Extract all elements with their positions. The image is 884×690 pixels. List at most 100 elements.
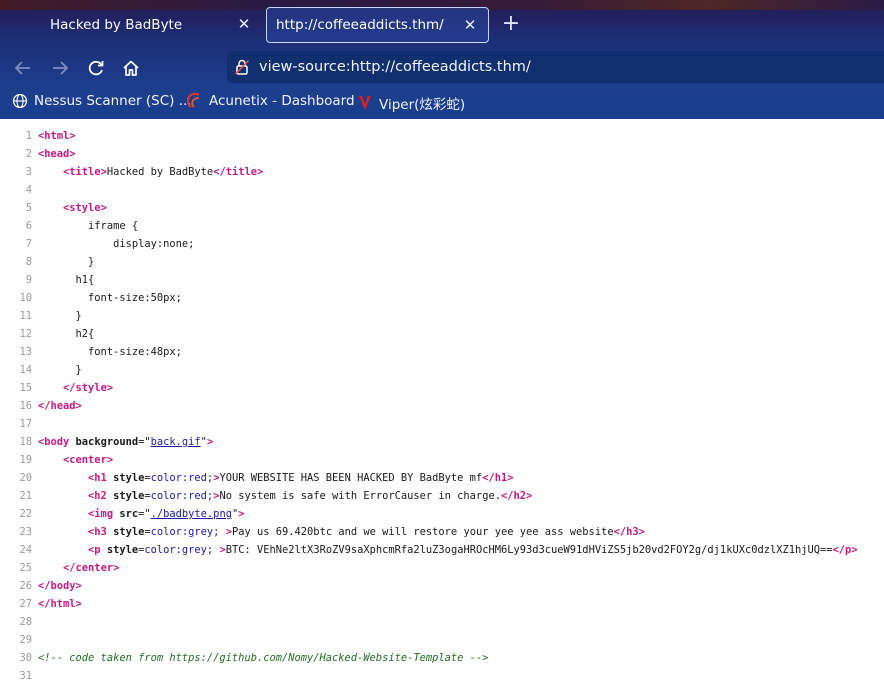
line-number: 14 xyxy=(19,364,32,376)
line-number: 17 xyxy=(19,418,32,430)
source-view: 1 <html> 2 <head> 3 <title>Hacked by BadBy… xyxy=(0,119,884,690)
line-number: 12 xyxy=(19,328,32,340)
bookmark-acunetix[interactable]: Acunetix - Dashboard xyxy=(187,93,355,109)
bookmark-label: Nessus Scanner (SC) ... xyxy=(34,93,192,109)
line-number: 10 xyxy=(19,292,32,304)
line-number: 22 xyxy=(19,508,32,520)
tab-coffeeaddicts[interactable]: http://coffeeaddicts.thm/ ✕ xyxy=(266,7,489,43)
source-line: 15 </style> xyxy=(0,379,113,397)
line-number: 1 xyxy=(25,130,32,142)
bookmarks-bar: Nessus Scanner (SC) ... Acunetix - Dashb… xyxy=(0,91,884,115)
css-text: } xyxy=(88,256,95,268)
line-number: 26 xyxy=(19,580,32,592)
bookmark-viper[interactable]: Viper(炫彩蛇) xyxy=(357,93,465,113)
new-tab-plus-icon[interactable]: + xyxy=(500,12,522,36)
back-gif-link[interactable]: back.gif xyxy=(151,436,201,448)
source-line: 19 <center> xyxy=(0,451,113,469)
css-text: font-size:50px; xyxy=(88,292,182,304)
badbyte-png-link[interactable]: ./badbyte.png xyxy=(151,508,232,520)
line-number: 25 xyxy=(19,562,32,574)
close-icon[interactable]: ✕ xyxy=(462,17,478,33)
source-line: 18 <body background="back.gif"> xyxy=(0,433,213,451)
source-line: 25 </center> xyxy=(0,559,119,577)
insecure-lock-icon[interactable] xyxy=(233,58,251,76)
acunetix-icon xyxy=(187,93,203,109)
source-line: 12 h2{ xyxy=(0,325,94,343)
source-line: 29 xyxy=(0,631,38,649)
attr-value: color:red; xyxy=(150,490,214,502)
line-number: 18 xyxy=(19,436,32,448)
forward-button[interactable] xyxy=(47,56,73,80)
source-line: 27 </html> xyxy=(0,595,81,613)
arrow-right-icon xyxy=(53,61,69,75)
tab-title: Hacked by BadByte xyxy=(50,17,183,33)
p-text: BTC: VEhNe2ltX3RoZV9saXphcmRfa2luZ3ogaHR… xyxy=(225,544,833,556)
bookmark-nessus[interactable]: Nessus Scanner (SC) ... xyxy=(12,93,192,109)
css-text: } xyxy=(75,364,82,376)
line-number: 11 xyxy=(19,310,32,322)
source-line: 8 } xyxy=(0,253,95,271)
source-line: 30 <!-- code taken from https://github.co… xyxy=(0,649,488,667)
css-text: } xyxy=(75,310,82,322)
line-number: 21 xyxy=(19,490,32,502)
tab-title: http://coffeeaddicts.thm/ xyxy=(276,17,444,33)
h1-text: YOUR WEBSITE HAS BEEN HACKED BY BadByte … xyxy=(219,472,483,484)
line-number: 19 xyxy=(19,454,32,466)
line-number: 8 xyxy=(25,256,32,268)
line-number: 28 xyxy=(19,616,32,628)
h2-text: No system is safe with ErrorCauser in ch… xyxy=(219,490,501,502)
line-number: 2 xyxy=(25,148,32,160)
home-icon xyxy=(123,60,139,76)
source-line: 3 <title>Hacked by BadByte</title> xyxy=(0,163,264,181)
css-text: display:none; xyxy=(113,238,195,250)
source-line: 10 font-size:50px; xyxy=(0,289,182,307)
line-number: 29 xyxy=(19,634,32,646)
back-button[interactable] xyxy=(10,56,36,80)
line-number: 5 xyxy=(25,202,32,214)
line-number: 23 xyxy=(19,526,32,538)
url-text[interactable]: view-source:http://coffeeaddicts.thm/ xyxy=(259,59,531,75)
line-number: 15 xyxy=(19,382,32,394)
source-line: 1 <html> xyxy=(0,127,76,145)
source-line: 14 } xyxy=(0,361,82,379)
title-text: Hacked by BadByte xyxy=(106,166,214,178)
source-line: 28 xyxy=(0,613,38,631)
line-number: 7 xyxy=(25,238,32,250)
html-comment: <!-- code taken from https://github.com/… xyxy=(38,652,489,664)
line-number: 27 xyxy=(19,598,32,610)
source-line: 31 xyxy=(0,667,38,685)
source-line: 20 <h1 style=color:red;>YOUR WEBSITE HAS… xyxy=(0,469,513,487)
line-number: 9 xyxy=(25,274,32,286)
source-line: 11 } xyxy=(0,307,82,325)
address-bar[interactable]: view-source:http://coffeeaddicts.thm/ xyxy=(227,51,884,83)
line-number: 31 xyxy=(19,670,32,682)
attr-value: color:red; xyxy=(150,472,214,484)
attr-value: color:grey; xyxy=(144,544,214,556)
source-line: 23 <h3 style=color:grey; >Pay us 69.420b… xyxy=(0,523,644,541)
line-number: 16 xyxy=(19,400,32,412)
bookmark-label: Acunetix - Dashboard xyxy=(209,93,355,109)
source-line: 17 xyxy=(0,415,38,433)
source-line: 21 <h2 style=color:red;>No system is saf… xyxy=(0,487,532,505)
line-number: 6 xyxy=(25,220,32,232)
line-number: 24 xyxy=(19,544,32,556)
css-text: iframe { xyxy=(88,220,139,232)
h3-text: Pay us 69.420btc and we will restore you… xyxy=(231,526,614,538)
source-line: 16 </head> xyxy=(0,397,81,415)
source-line: 5 <style> xyxy=(0,199,107,217)
source-line: 13 font-size:48px; xyxy=(0,343,182,361)
attr-value: color:grey; xyxy=(150,526,220,538)
home-button[interactable] xyxy=(118,56,144,80)
close-icon[interactable]: ✕ xyxy=(236,16,252,32)
source-line: 6 iframe { xyxy=(0,217,138,235)
source-line: 2 <head> xyxy=(0,145,76,163)
reload-icon xyxy=(88,60,104,76)
source-line: 24 <p style=color:grey; >BTC: VEhNe2ltX3… xyxy=(0,541,857,559)
source-line: 22 <img src="./badbyte.png"> xyxy=(0,505,244,523)
reload-button[interactable] xyxy=(83,56,109,80)
css-text: font-size:48px; xyxy=(88,346,182,358)
source-line: 9 h1{ xyxy=(0,271,95,289)
viper-icon xyxy=(357,95,373,111)
tab-hacked-by-badbyte[interactable]: Hacked by BadByte ✕ xyxy=(38,7,262,43)
line-number: 13 xyxy=(19,346,32,358)
